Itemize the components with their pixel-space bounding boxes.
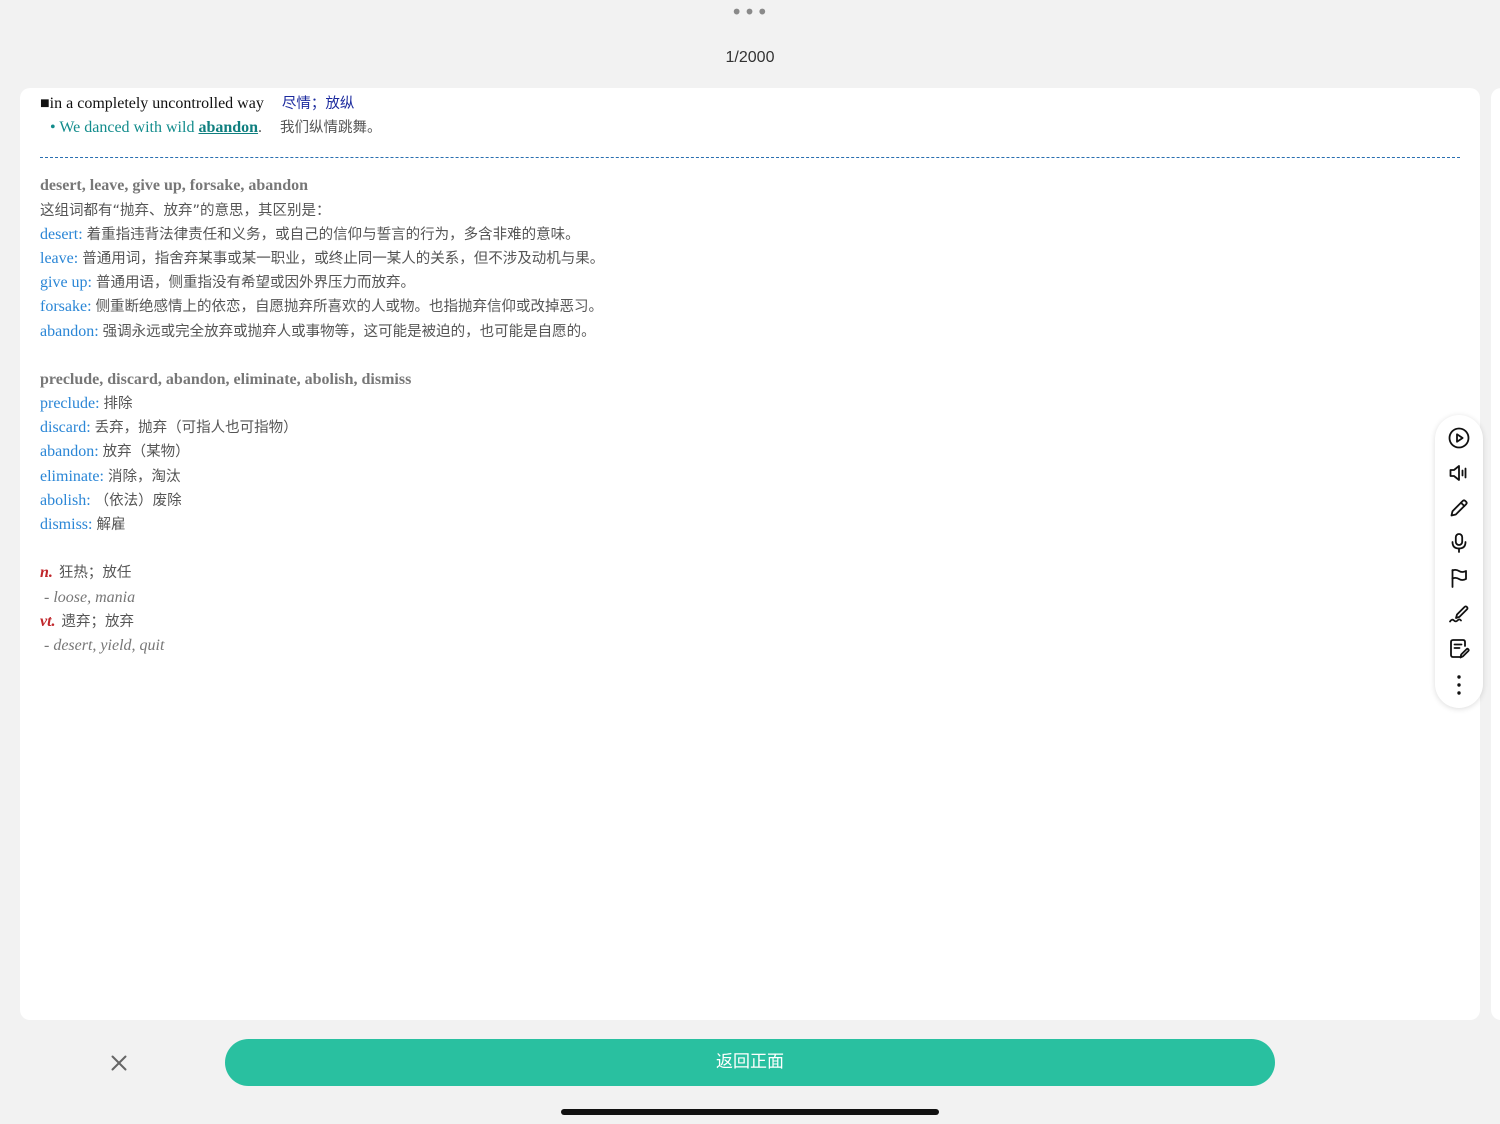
synonym-item: give up: 普通用语，侧重指没有希望或因外界压力而放弃。 <box>40 271 1460 295</box>
pos-entry: vt. 遗弃；放弃 <box>40 610 1460 634</box>
synonym-sep: : <box>87 274 96 292</box>
definition-sense: ■in a completely uncontrolled way 尽情；放纵 <box>40 92 1460 116</box>
sense-english: in a completely uncontrolled way <box>49 95 264 112</box>
synonym-explanation: 消除，淘汰 <box>107 468 181 485</box>
synonym-item: forsake: 侧重断绝感情上的依恋，自愿抛弃所喜欢的人或物。也指抛弃信仰或改… <box>40 295 1460 319</box>
synonym-word: eliminate <box>40 467 100 485</box>
synonym-explanation: 放弃（某物） <box>102 444 190 461</box>
synonym-explanation: 解雇 <box>96 517 126 533</box>
synonym-sep: : <box>87 298 96 316</box>
card-progress-counter: 1/2000 <box>725 49 775 66</box>
synonym-word: forsake <box>40 298 88 316</box>
example-bullet: • <box>50 119 56 137</box>
synonym-item: abandon: 强调永远或完全放弃或抛弃人或事物等，这可能是被迫的，也可能是自… <box>40 320 1460 344</box>
synonym-sep: : <box>94 443 103 461</box>
speaker-icon <box>1449 465 1467 481</box>
synonym-group-heading: preclude, discard, abandon, eliminate, a… <box>40 370 412 388</box>
synonym-sep: : <box>99 467 108 485</box>
synonym-group-intro: 这组词都有“抛弃、放弃”的意思，其区别是： <box>40 202 331 219</box>
note-edit-icon <box>1450 639 1470 659</box>
synonym-item: dismiss: 解雇 <box>40 513 1460 537</box>
synonym-group-1-list: desert: 着重指违背法律责任和义务，或自己的信仰与誓言的行为，多含非难的意… <box>40 223 1460 344</box>
example-keyword: abandon <box>198 119 259 137</box>
flashcard-back: ■in a completely uncontrolled way 尽情；放纵 •… <box>20 88 1480 1020</box>
synonym-explanation: 普通用语，侧重指没有希望或因外界压力而放弃。 <box>96 275 415 292</box>
top-menu-handle[interactable]: ••• <box>0 2 1500 22</box>
pencil-icon <box>1450 499 1468 517</box>
synonym-word: give up <box>40 274 88 292</box>
synonym-item: abandon: 放弃（某物） <box>40 440 1460 464</box>
synonym-item: discard: 丢弃，抛弃（可指人也可指物） <box>40 416 1460 440</box>
handwriting-button[interactable] <box>1447 602 1471 626</box>
pos-synonyms: - desert, yield, quit <box>44 636 165 654</box>
synonym-word: abandon <box>40 322 95 340</box>
synonym-group-heading: desert, leave, give up, forsake, abandon <box>40 177 308 195</box>
play-icon <box>1448 427 1470 449</box>
pos-meaning: 狂热；放任 <box>58 565 132 582</box>
more-vertical-icon <box>1457 675 1461 695</box>
close-icon <box>111 1055 127 1071</box>
synonym-word: discard <box>40 419 87 437</box>
part-of-speech-list: n. 狂热；放任 - loose, mania vt. 遗弃；放弃 - desert… <box>40 561 1460 658</box>
pos-entry: n. 狂热；放任 <box>40 561 1460 585</box>
microphone-icon <box>1451 533 1467 553</box>
synonym-sep: : <box>78 225 87 243</box>
record-button[interactable] <box>1447 531 1471 555</box>
synonym-sep: : <box>95 395 104 413</box>
pos-synonyms: - loose, mania <box>44 588 136 606</box>
synonym-sep: : <box>86 491 95 509</box>
synonym-word: dismiss <box>40 516 89 533</box>
synonym-word: preclude <box>40 395 96 413</box>
flag-icon <box>1451 568 1467 588</box>
sense-chinese: 尽情；放纵 <box>281 96 355 112</box>
example-sentence: • We danced with wild abandon. 我们纵情跳舞。 <box>40 116 1460 140</box>
synonym-group-2-list: preclude: 排除 discard: 丢弃，抛弃（可指人也可指物） aba… <box>40 392 1460 537</box>
synonym-item: desert: 着重指违背法律责任和义务，或自己的信仰与誓言的行为，多含非难的意… <box>40 223 1460 247</box>
synonym-explanation: 侧重断绝感情上的依恋，自愿抛弃所喜欢的人或物。也指抛弃信仰或改掉恶习。 <box>95 299 604 316</box>
card-content: ■in a completely uncontrolled way 尽情；放纵 •… <box>40 92 1460 658</box>
synonym-explanation: 丢弃，抛弃（可指人也可指物） <box>94 420 298 437</box>
play-button[interactable] <box>1447 426 1471 450</box>
synonym-explanation: （依法）废除 <box>94 492 182 509</box>
synonym-item: eliminate: 消除，淘汰 <box>40 465 1460 489</box>
pos-label: vt. <box>40 612 56 630</box>
home-indicator[interactable] <box>561 1109 939 1115</box>
pos-meaning: 遗弃；放弃 <box>61 613 135 630</box>
synonym-sep: : <box>73 249 83 267</box>
synonym-word: abolish <box>40 491 87 509</box>
synonym-explanation: 着重指违背法律责任和义务，或自己的信仰与誓言的行为，多含非难的意味。 <box>86 226 580 243</box>
example-translation: 我们纵情跳舞。 <box>280 120 382 137</box>
pronunciation-button[interactable] <box>1447 461 1471 485</box>
synonym-explanation: 普通用词，指舍弃某事或某一职业，或终止同一某人的关系，但不涉及动机与果。 <box>82 250 605 267</box>
side-toolbar <box>1435 415 1483 708</box>
synonym-word: leave <box>40 249 74 267</box>
handwriting-icon <box>1449 605 1469 623</box>
more-options-button[interactable] <box>1447 673 1471 697</box>
example-text-before: We danced with wild <box>59 119 199 137</box>
note-button[interactable] <box>1447 637 1471 661</box>
synonym-explanation: 排除 <box>103 396 133 413</box>
synonym-item: abolish: （依法）废除 <box>40 489 1460 513</box>
synonym-word: desert <box>40 225 79 243</box>
flag-button[interactable] <box>1447 566 1471 590</box>
back-to-front-button[interactable]: 返回正面 <box>225 1039 1275 1086</box>
synonym-explanation: 强调永远或完全放弃或抛弃人或事物等，这可能是被迫的，也可能是自愿的。 <box>102 323 596 340</box>
section-divider <box>40 157 1460 159</box>
pos-label: n. <box>40 564 53 582</box>
edit-button[interactable] <box>1447 496 1471 520</box>
synonym-item: preclude: 排除 <box>40 392 1460 416</box>
synonym-word: abandon <box>40 443 95 461</box>
synonym-item: leave: 普通用词，指舍弃某事或某一职业，或终止同一某人的关系，但不涉及动机… <box>40 247 1460 271</box>
synonym-sep: : <box>86 419 95 437</box>
close-button[interactable] <box>104 1048 134 1078</box>
next-card-edge <box>1491 88 1500 1020</box>
sense-marker: ■ <box>40 95 50 112</box>
example-text-after: . <box>258 119 263 137</box>
synonym-sep: : <box>94 322 103 340</box>
